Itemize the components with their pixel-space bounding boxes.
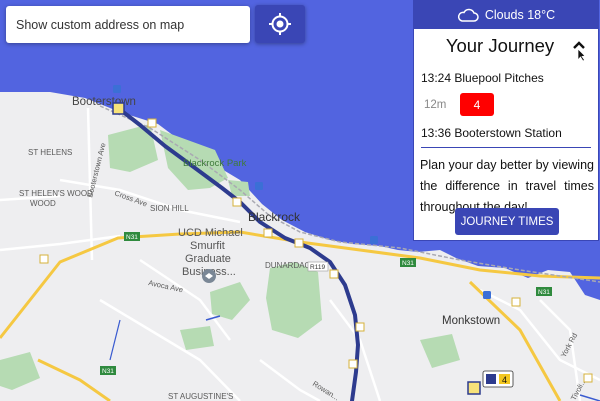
origin-stop: 13:24 Bluepool Pitches — [421, 71, 544, 85]
train-station-icon — [370, 236, 378, 244]
road-shield-label: N31 — [402, 260, 414, 267]
road-shield-label: N31 — [126, 234, 138, 241]
map-label-sion-hill: SION HILL — [150, 204, 189, 213]
bus-stop-icon — [232, 197, 242, 207]
bus-stop-icon — [329, 269, 339, 279]
map-label-blackrock: Blackrock — [248, 210, 301, 224]
map-label-ucd-2: Smurfit — [190, 240, 225, 252]
university-pin-icon — [202, 269, 216, 283]
divider — [421, 147, 591, 148]
map-label-st-helens-wood-2: WOOD — [30, 199, 56, 208]
bus-stop-icon — [263, 228, 273, 238]
map-label-st-helens-wood: ST HELEN'S WOOD — [19, 189, 93, 198]
weather-bar: Clouds 18°C — [414, 1, 598, 29]
journey-panel: Clouds 18°C Your Journey 13:24 Bluepool … — [413, 0, 599, 241]
chevron-up-icon — [573, 41, 586, 62]
train-station-icon — [255, 182, 263, 190]
bus-stop-icon — [511, 297, 521, 307]
leg-duration: 12m — [424, 99, 447, 111]
cloud-icon — [457, 8, 479, 22]
road-shield-label: R119 — [310, 264, 325, 271]
bus-stop-icon — [112, 102, 125, 115]
bus-stop-icon — [583, 373, 593, 383]
route-badge: 4 — [460, 93, 494, 116]
journey-times-button[interactable]: JOURNEY TIMES — [455, 208, 559, 235]
origin-time: 13:24 — [421, 71, 452, 85]
destination-time: 13:36 — [421, 126, 452, 140]
map-label-blackrock-park: Blackrock Park — [183, 158, 247, 169]
collapse-button[interactable] — [570, 39, 588, 62]
panel-title: Your Journey — [445, 35, 555, 56]
road-shield-label: N31 — [102, 368, 114, 375]
train-station-icon — [483, 291, 491, 299]
bus-stop-icon — [348, 359, 358, 369]
map-label-st-helens: ST HELENS — [28, 148, 72, 157]
address-search-input[interactable] — [6, 6, 250, 43]
train-station-icon — [113, 85, 121, 93]
destination-stop-name: Booterstown Station — [454, 126, 562, 140]
map-label-ucd-1: UCD Michael — [178, 227, 243, 239]
map-label-booterstown: Booterstown — [72, 96, 136, 108]
crosshair-icon — [269, 13, 291, 35]
map-label-ucd-3: Graduate — [185, 253, 231, 265]
bus-stop-icon — [294, 238, 304, 248]
map-label-monkstown: Monkstown — [442, 315, 500, 327]
origin-stop-name: Bluepool Pitches — [454, 71, 544, 85]
bus-stop-icon — [355, 322, 365, 332]
weather-text: Clouds 18°C — [484, 8, 556, 22]
bus-stop-icon — [39, 254, 49, 264]
road-shield-label: N31 — [538, 289, 550, 296]
destination-stop: 13:36 Booterstown Station — [421, 126, 562, 140]
bus-marker-route: 4 — [502, 375, 507, 385]
map-label-st-augustines: ST AUGUSTINE'S — [168, 392, 233, 401]
park — [180, 326, 214, 350]
bus-stop-icon — [147, 118, 157, 128]
locate-me-button[interactable] — [255, 5, 305, 43]
